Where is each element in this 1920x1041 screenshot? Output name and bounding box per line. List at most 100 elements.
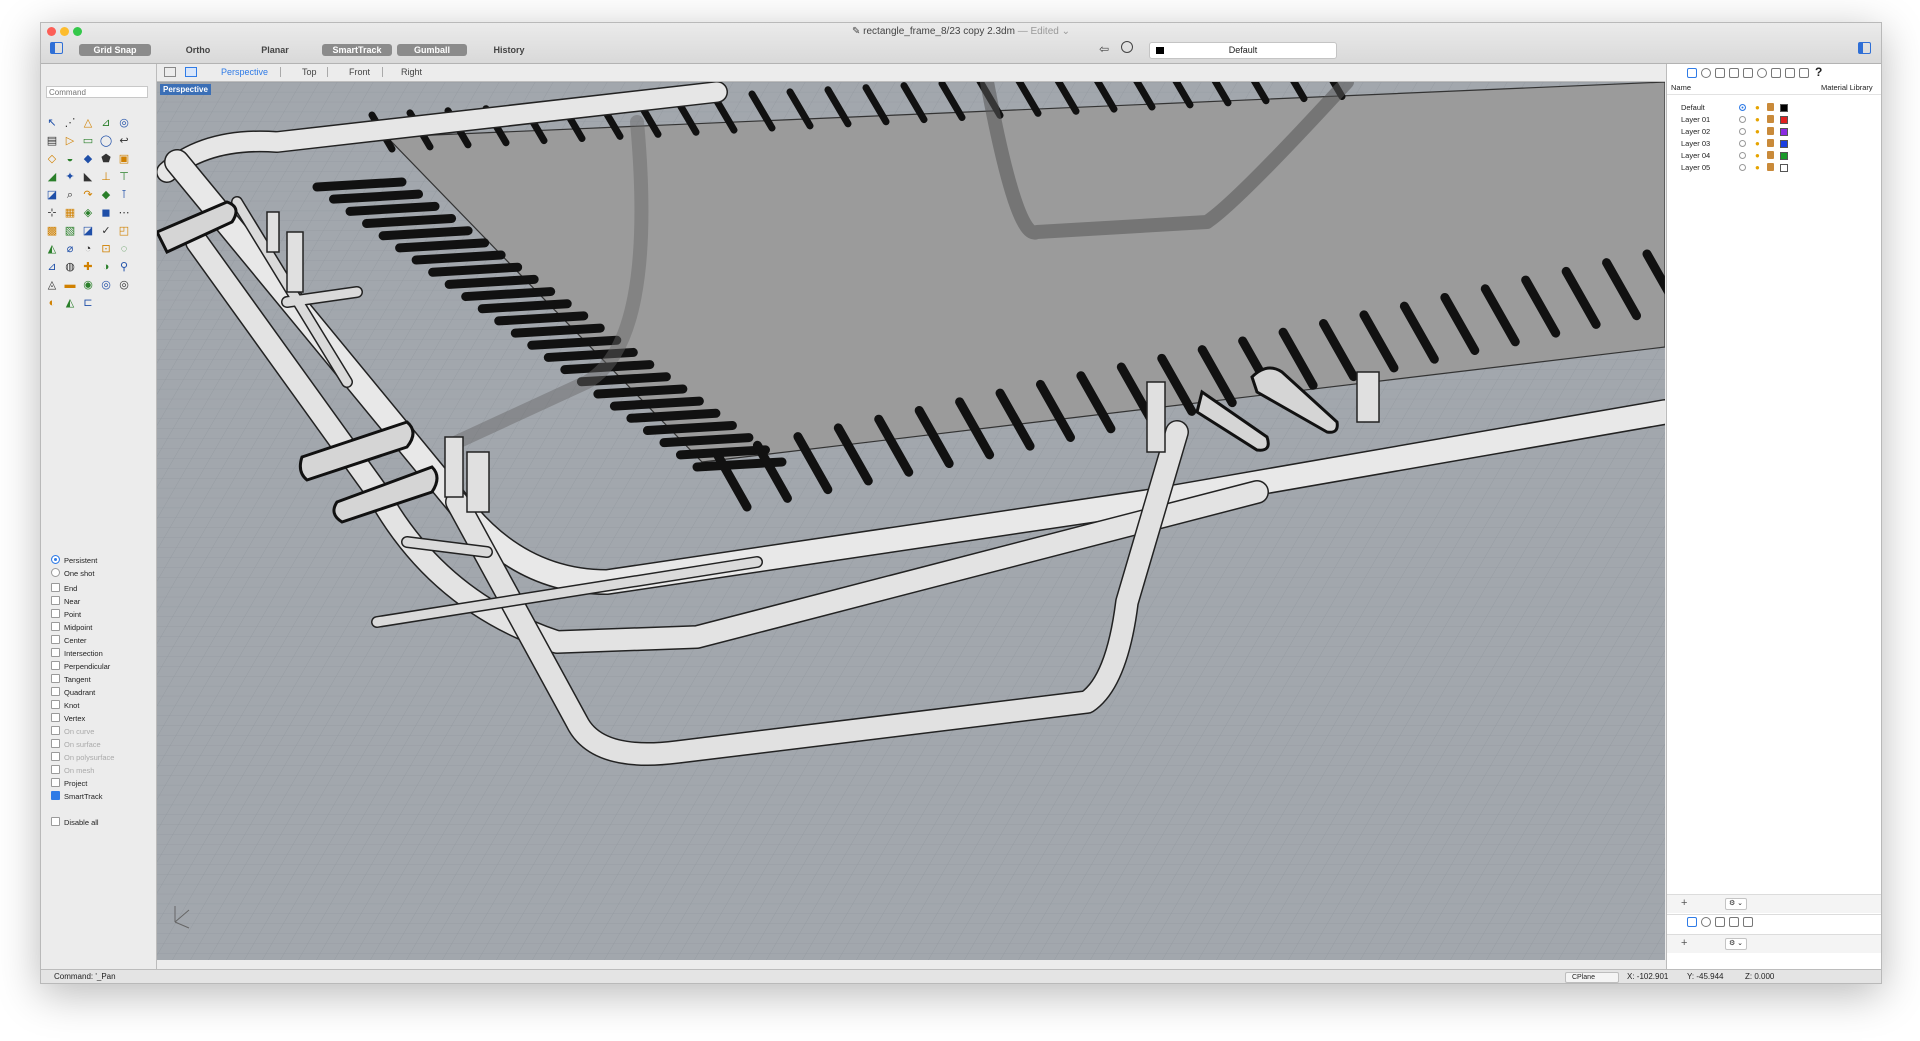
layer-row[interactable]: Default ● [1667, 102, 1881, 114]
layer-options-gear-icon[interactable]: ⚙ ⌄ [1725, 898, 1747, 910]
lightbulb-icon[interactable]: ● [1755, 127, 1760, 137]
modeling-tool-icon[interactable]: ⚲ [117, 260, 131, 274]
modeling-tool-icon[interactable]: ◇ [45, 152, 59, 166]
command-input[interactable] [46, 86, 148, 98]
current-layer-radio-icon[interactable] [1739, 140, 1746, 147]
modeling-tool-icon[interactable]: ◆ [81, 152, 95, 166]
back-arrow-icon[interactable]: ⇦ [1099, 42, 1109, 56]
modeling-tool-icon[interactable]: ⊤ [117, 170, 131, 184]
current-layer-select[interactable]: Default [1149, 42, 1337, 59]
lock-icon[interactable] [1767, 151, 1774, 159]
modeling-tool-icon[interactable]: ▧ [63, 224, 77, 238]
layer-name[interactable]: Layer 02 [1681, 126, 1710, 138]
current-layer-radio-icon[interactable] [1739, 152, 1746, 159]
layer-row[interactable]: Layer 04 ● [1667, 150, 1881, 162]
gumball-toggle[interactable]: Gumball [397, 44, 467, 56]
modeling-tool-icon[interactable]: ◆ [99, 188, 113, 202]
object-tab-icon[interactable] [1729, 917, 1739, 927]
modeling-tool-icon[interactable]: ◰ [117, 224, 131, 238]
modeling-tool-icon[interactable]: ⌀ [63, 242, 77, 256]
lock-icon[interactable] [1767, 103, 1774, 111]
four-view-layout-icon[interactable] [164, 67, 176, 77]
current-layer-radio-icon[interactable] [1739, 164, 1746, 171]
osnap-item[interactable]: Vertex [51, 713, 85, 725]
osnap-item[interactable]: On mesh [51, 765, 94, 777]
circle-tool-icon[interactable]: ◎ [117, 116, 131, 130]
modeling-tool-icon[interactable]: ⊿ [45, 260, 59, 274]
tab-perspective[interactable]: Perspective [221, 66, 268, 79]
layer-color-swatch[interactable] [1780, 152, 1788, 160]
camera-tab-icon[interactable] [1743, 917, 1753, 927]
polyline-tool-icon[interactable]: △ [81, 116, 95, 130]
layer-color-swatch[interactable] [1780, 116, 1788, 124]
modeling-tool-icon[interactable]: ⋯ [117, 206, 131, 220]
layer-name[interactable]: Layer 05 [1681, 162, 1710, 174]
osnap-disable-all[interactable]: Disable all [51, 817, 99, 829]
osnap-item[interactable]: Center [51, 635, 87, 647]
curve-tool-icon[interactable]: ⊿ [99, 116, 113, 130]
modeling-tool-icon[interactable]: ◑ [99, 260, 113, 274]
cplane-select[interactable]: CPlane [1565, 972, 1619, 983]
modeling-tool-icon[interactable]: ✓ [99, 224, 113, 238]
osnap-item[interactable]: Knot [51, 700, 79, 712]
modeling-tool-icon[interactable]: ✦ [63, 170, 77, 184]
lightbulb-icon[interactable]: ● [1755, 103, 1760, 113]
osnap-item[interactable]: On polysurface [51, 752, 114, 764]
modeling-tool-icon[interactable]: ⌕ [63, 188, 77, 202]
properties-tab-icon[interactable] [1701, 68, 1711, 78]
current-layer-radio-icon[interactable] [1739, 104, 1746, 111]
modeling-tool-icon[interactable]: ◢ [45, 170, 59, 184]
modeling-tool-icon[interactable]: ◬ [45, 278, 59, 292]
layer-color-swatch[interactable] [1780, 164, 1788, 172]
single-view-layout-icon[interactable] [185, 67, 197, 77]
layer-name[interactable]: Default [1681, 102, 1705, 114]
document-tab-icon[interactable] [1715, 68, 1725, 78]
select-tool-icon[interactable]: ↖ [45, 116, 59, 130]
modeling-tool-icon[interactable]: ◭ [45, 242, 59, 256]
modeling-tool-icon[interactable]: ▭ [81, 134, 95, 148]
point-tool-icon[interactable]: ⋰ [63, 116, 77, 130]
layer-color-swatch[interactable] [1780, 104, 1788, 112]
modeling-tool-icon[interactable]: ⊥ [99, 170, 113, 184]
modeling-tool-icon[interactable]: ◌ [117, 242, 131, 256]
modeling-tool-icon[interactable]: ◯ [99, 134, 113, 148]
modeling-tool-icon[interactable]: ⊺ [117, 188, 131, 202]
osnap-persistent[interactable]: Persistent [51, 555, 97, 567]
history-toggle[interactable]: History [487, 44, 531, 56]
layer-name[interactable]: Layer 01 [1681, 114, 1710, 126]
camera-tab-icon[interactable] [1743, 68, 1753, 78]
layer-row[interactable]: Layer 01 ● [1667, 114, 1881, 126]
material-library-header[interactable]: Material Library [1821, 82, 1873, 94]
viewport-label[interactable]: Perspective [160, 84, 211, 95]
modeling-tool-icon[interactable]: ▷ [63, 134, 77, 148]
tab-right[interactable]: Right [401, 66, 422, 79]
modeling-tool-icon[interactable]: ◭ [63, 296, 77, 310]
modeling-tool-icon[interactable]: ▬ [63, 278, 77, 292]
properties-tab-icon[interactable] [1701, 917, 1711, 927]
toggle-right-sidebar-icon[interactable] [1858, 42, 1871, 54]
layer-color-swatch[interactable] [1780, 128, 1788, 136]
lock-icon[interactable] [1767, 127, 1774, 135]
modeling-tool-icon[interactable]: ↷ [81, 188, 95, 202]
osnap-item[interactable]: Midpoint [51, 622, 92, 634]
options-gear-icon[interactable]: ⚙ ⌄ [1725, 938, 1747, 950]
current-layer-radio-icon[interactable] [1739, 128, 1746, 135]
modeling-tool-icon[interactable]: ◼ [99, 206, 113, 220]
monitor-tab-icon[interactable] [1799, 68, 1809, 78]
add-item-button[interactable]: + [1681, 937, 1687, 949]
osnap-item[interactable]: End [51, 583, 77, 595]
object-tab-icon[interactable] [1729, 68, 1739, 78]
modeling-tool-icon[interactable]: ◈ [81, 206, 95, 220]
osnap-item[interactable]: SmartTrack [51, 791, 102, 803]
modeling-tool-icon[interactable]: ◉ [81, 278, 95, 292]
toggle-left-sidebar-icon[interactable] [50, 42, 63, 54]
layers-tab-icon[interactable] [1687, 917, 1697, 927]
modeling-tool-icon[interactable]: ▩ [45, 224, 59, 238]
modeling-tool-icon[interactable]: ✚ [81, 260, 95, 274]
tab-top[interactable]: Top [302, 66, 317, 79]
modeling-tool-icon[interactable]: ◐ [45, 296, 59, 310]
add-layer-button[interactable]: + [1681, 897, 1687, 909]
name-column-header[interactable]: Name [1671, 82, 1691, 94]
lock-icon[interactable] [1767, 115, 1774, 123]
layer-row[interactable]: Layer 02 ● [1667, 126, 1881, 138]
